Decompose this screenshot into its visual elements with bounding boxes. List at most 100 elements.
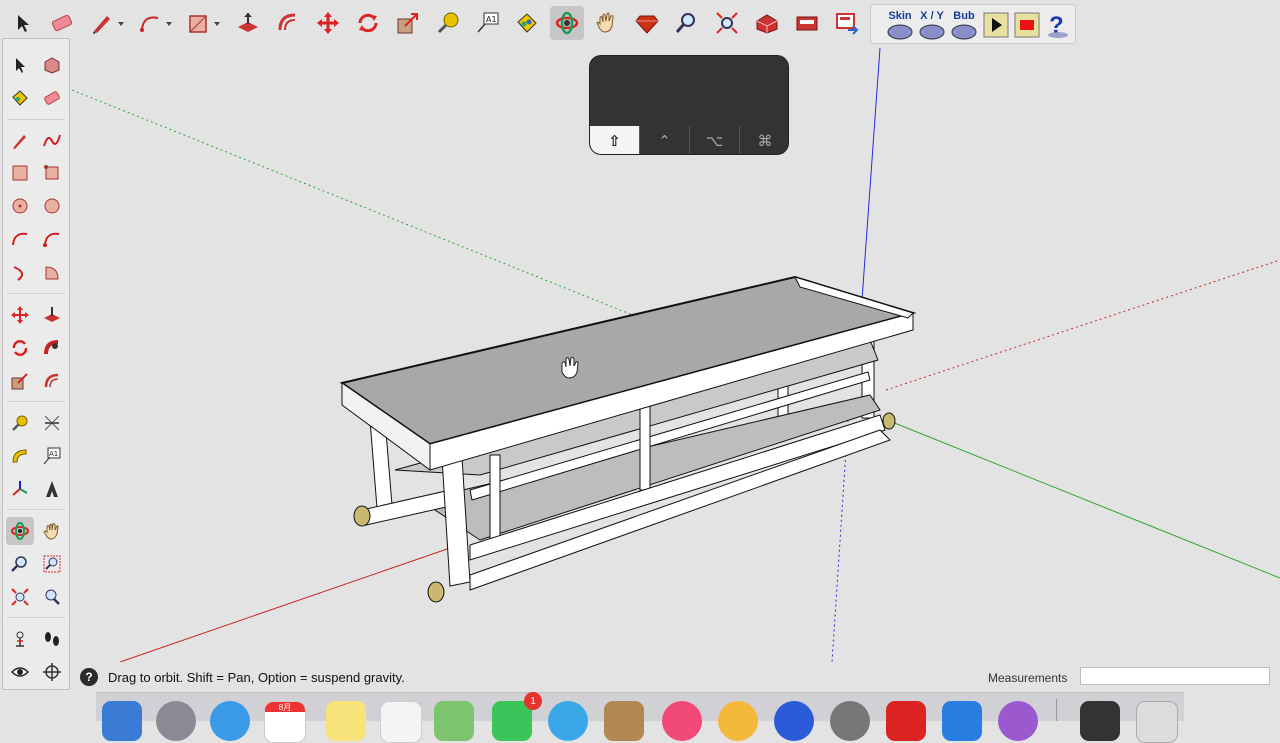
extension-warehouse-tool-button[interactable] [790,6,824,40]
calendar-icon[interactable]: 8月 [264,701,306,743]
trash-icon[interactable] [1136,701,1178,743]
palette-polygon-button[interactable] [38,192,66,220]
notes-icon[interactable] [326,701,366,741]
bench-model[interactable] [339,275,917,603]
palette-zoom-window-button[interactable] [38,550,66,578]
dimension-icon [44,415,60,431]
palette-tape-measure-button[interactable] [6,409,34,437]
palette-3pt-arc-button[interactable] [6,259,34,287]
measurements-input[interactable] [1080,667,1270,685]
palette-zoom-button[interactable] [6,550,34,578]
podcast-icon[interactable] [998,701,1038,741]
zoom-tool-button[interactable] [670,6,704,40]
rotate-tool-button[interactable] [351,6,385,40]
palette-line-button[interactable] [6,127,34,155]
arc-tool-button[interactable] [136,6,176,40]
reminders-icon[interactable] [380,701,422,743]
palette-2pt-arc-button[interactable] [38,225,66,253]
shift-key: ⇧ [590,126,640,154]
finder-icon[interactable] [102,701,142,741]
palette-circle-button[interactable] [6,192,34,220]
palette-offset-button[interactable] [38,367,66,395]
palette-eraser-button[interactable] [38,84,66,112]
palette-rotate-button[interactable] [6,334,34,362]
component-icon [44,57,60,74]
send-to-layout-icon [836,13,859,35]
tool-palette: A1 [2,38,70,690]
launchpad-icon[interactable] [156,701,196,741]
scale-tool-button[interactable] [391,6,425,40]
palette-paint-button[interactable] [6,84,34,112]
scale-icon [397,13,418,34]
app-store-icon[interactable] [774,701,814,741]
palette-protractor-button[interactable] [6,442,34,470]
palette-arc-button[interactable] [6,225,34,253]
palette-select-button[interactable] [6,51,34,79]
play-button[interactable] [981,9,1011,41]
palette-push-pull-button[interactable] [38,301,66,329]
teamviewer-icon[interactable] [942,701,982,741]
palette-rectangle-button[interactable] [6,159,34,187]
pan-tool-button[interactable] [590,6,624,40]
maps-icon[interactable] [434,701,474,741]
orbit-tool-button[interactable] [550,6,584,40]
shapes-tool-button[interactable] [184,6,224,40]
tape-measure-tool-button[interactable] [431,6,465,40]
palette-freehand-button[interactable] [38,127,66,155]
two-point-arc-icon [43,232,60,247]
palette-axes-button[interactable] [6,475,34,503]
system-preferences-icon[interactable] [830,701,870,741]
photos-icon[interactable] [718,701,758,741]
palette-position-camera-button[interactable] [6,625,34,653]
palette-zoom-extents-button[interactable] [6,583,34,611]
help-icon[interactable]: ? [80,668,98,686]
tape-measure-icon [437,12,459,34]
eraser-tool-button[interactable] [45,6,79,40]
palette-separator [7,293,65,294]
itunes-icon[interactable] [662,701,702,741]
palette-orbit-button[interactable] [6,517,34,545]
palette-follow-me-button[interactable] [38,334,66,362]
palette-previous-view-button[interactable] [38,583,66,611]
push-pull-tool-button[interactable] [231,6,265,40]
facetime-icon[interactable] [548,701,588,741]
palette-move-button[interactable] [6,301,34,329]
palette-dimension-button[interactable] [38,409,66,437]
move-tool-button[interactable] [311,6,345,40]
text-tool-button[interactable]: A1 [471,6,505,40]
zoom-window-icon [43,555,61,573]
palette-make-component-button[interactable] [38,51,66,79]
hand-icon [43,523,59,540]
bub-button[interactable]: Bub [949,9,979,41]
line-tool-button[interactable] [88,6,128,40]
palette-separator [7,119,65,120]
palette-3d-text-button[interactable] [38,475,66,503]
safari-icon[interactable] [210,701,250,741]
zoom-extents-tool-button[interactable] [710,6,744,40]
palette-section-plane-button[interactable] [38,658,66,686]
warehouse-tool-button[interactable] [750,6,784,40]
stop-button[interactable] [1012,9,1042,41]
send-to-layout-tool-button[interactable] [830,6,864,40]
paint-bucket-tool-button[interactable] [510,6,544,40]
palette-scale-button[interactable] [6,367,34,395]
red-axis-positive [885,259,1280,391]
palette-pie-button[interactable] [38,259,66,287]
skin-button[interactable]: Skin [885,9,915,41]
scale-icon [11,373,28,390]
ruby-console-tool-button[interactable] [630,6,664,40]
help-question-icon: ? [1048,12,1068,39]
messages-badge: 1 [524,692,542,710]
sketchup-icon[interactable] [886,701,926,741]
downloads-stack-icon[interactable] [1080,701,1120,741]
help-button[interactable]: ? [1043,9,1073,41]
palette-look-around-button[interactable] [6,658,34,686]
palette-walk-button[interactable] [38,625,66,653]
palette-text-button[interactable]: A1 [38,442,66,470]
offset-tool-button[interactable] [271,6,305,40]
palette-rotated-rectangle-button[interactable] [38,159,66,187]
xy-button[interactable]: X / Y [917,9,947,41]
contacts-icon[interactable] [604,701,644,741]
select-tool-button[interactable] [6,6,40,40]
palette-pan-button[interactable] [38,517,66,545]
